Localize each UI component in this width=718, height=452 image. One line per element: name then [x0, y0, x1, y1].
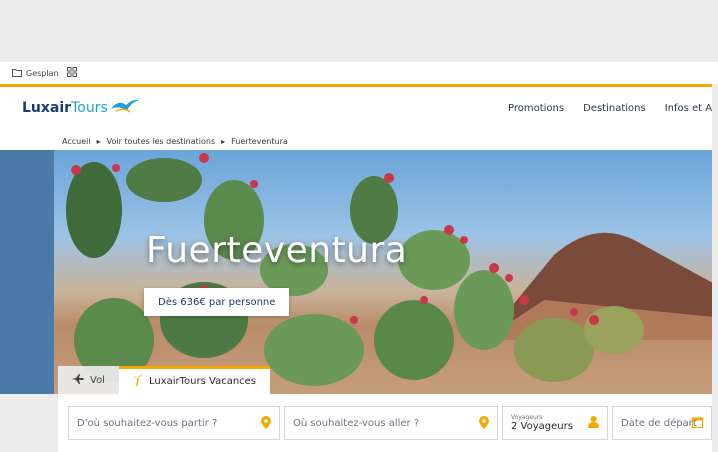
tab-label: Vol	[90, 374, 105, 386]
nav-infos[interactable]: Infos et A	[665, 103, 712, 114]
hero-side-stripe	[0, 150, 54, 394]
logo-text-bold: Luxair	[22, 100, 72, 116]
breadcrumb-current: Fuerteventura	[231, 136, 288, 146]
travellers-label: Voyageurs	[511, 414, 543, 421]
search-tabs: Vol LuxairTours Vacances	[58, 366, 271, 394]
tab-vol[interactable]: Vol	[58, 366, 119, 394]
hero-image	[54, 150, 712, 394]
main-nav: Promotions Destinations Infos et A	[508, 103, 712, 114]
departure-date-field[interactable]: Date de départ	[612, 406, 712, 440]
location-pin-icon	[261, 416, 271, 432]
bookmarks-bar: Gesplan	[0, 62, 718, 84]
destination-field[interactable]: Où souhaitez-vous aller ?	[284, 406, 498, 440]
luxairtours-logo[interactable]: Luxair Tours	[22, 97, 140, 119]
cactus-image	[66, 153, 644, 386]
breadcrumb: Accueil ▸ Voir toutes les destinations ▸…	[0, 132, 718, 150]
date-placeholder: Date de départ	[621, 417, 697, 429]
site-header: Luxair Tours Promotions Destinations Info…	[0, 84, 718, 132]
travellers-value: 2 Voyageurs	[511, 421, 573, 432]
scroll-edge	[712, 84, 718, 452]
tab-luxairtours-vacances[interactable]: LuxairTours Vacances	[118, 366, 271, 394]
price-badge[interactable]: Dès 636€ par personne	[144, 288, 290, 316]
departure-field[interactable]: D'où souhaitez-vous partir ?	[68, 406, 280, 440]
hero-banner: Fuerteventura Dès 636€ par personne	[0, 150, 712, 394]
person-icon	[588, 416, 599, 431]
nav-promotions[interactable]: Promotions	[508, 103, 564, 114]
calendar-icon	[691, 416, 704, 431]
folder-icon	[12, 68, 22, 79]
chevron-right-icon: ▸	[221, 136, 226, 146]
bookmark-label: Gesplan	[26, 68, 59, 78]
nav-destinations[interactable]: Destinations	[583, 103, 646, 114]
breadcrumb-destinations[interactable]: Voir toutes les destinations	[107, 137, 216, 146]
location-pin-icon	[479, 416, 489, 432]
search-form: D'où souhaitez-vous partir ? Où souhaite…	[58, 394, 712, 452]
plane-icon	[72, 373, 84, 387]
bird-logo-icon	[110, 97, 140, 119]
chevron-right-icon: ▸	[96, 136, 101, 146]
browser-chrome	[0, 0, 718, 62]
tab-label: LuxairTours Vacances	[148, 376, 257, 387]
palm-tree-icon	[132, 374, 143, 389]
travellers-field[interactable]: Voyageurs 2 Voyageurs	[502, 406, 608, 440]
breadcrumb-home[interactable]: Accueil	[62, 137, 91, 146]
browser-page: Gesplan Luxair Tours Promotions Destinati…	[0, 0, 718, 452]
bookmark-gesplan[interactable]: Gesplan	[12, 68, 59, 79]
destination-placeholder: Où souhaitez-vous aller ?	[293, 417, 420, 429]
page-title: Fuerteventura	[146, 230, 408, 271]
apps-grid-icon[interactable]	[66, 67, 77, 79]
departure-placeholder: D'où souhaitez-vous partir ?	[77, 417, 218, 429]
logo-text-light: Tours	[71, 100, 108, 116]
